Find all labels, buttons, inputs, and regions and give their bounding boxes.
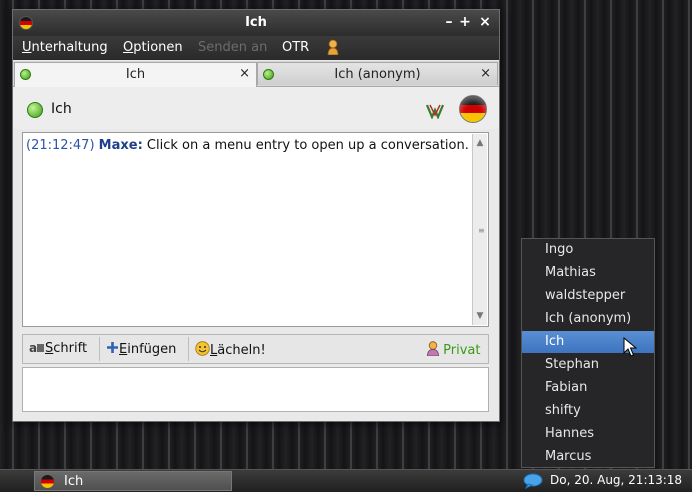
- svg-text:a: a: [29, 341, 37, 353]
- menu-optionen[interactable]: Optionen: [123, 40, 183, 55]
- online-status-icon: [263, 69, 274, 80]
- maximize-button[interactable]: +: [456, 13, 474, 31]
- privat-label: Privat: [443, 343, 481, 358]
- german-flag-icon: [41, 475, 54, 488]
- menu-label-rest: ptionen: [133, 40, 183, 55]
- conversation-header: Ich: [13, 87, 499, 129]
- popup-item[interactable]: shifty: [522, 400, 654, 422]
- vv-logo-icon: [426, 104, 444, 119]
- status-available-icon[interactable]: [27, 102, 43, 118]
- user-icon: [427, 341, 439, 357]
- menu-mnemonic: O: [123, 40, 134, 55]
- buddy-flag-avatar[interactable]: [459, 95, 487, 123]
- popup-item[interactable]: Mathias: [522, 262, 654, 284]
- tab-close-icon[interactable]: ×: [239, 66, 250, 81]
- smile-label-rest: ächeln!: [217, 343, 266, 358]
- smiley-icon: [195, 341, 210, 356]
- taskbar-window-label: Ich: [64, 474, 84, 489]
- tab-ich[interactable]: Ich ×: [14, 62, 257, 87]
- window-title: Ich: [245, 15, 267, 30]
- insert-label-rest: infügen: [127, 342, 177, 357]
- menu-mnemonic: U: [22, 40, 32, 55]
- chat-message: (21:12:47) Maxe: Click on a menu entry t…: [26, 138, 469, 153]
- title-bar[interactable]: Ich – + ×: [13, 10, 499, 36]
- font-label-rest: chrift: [53, 341, 88, 356]
- menu-label-rest: nterhaltung: [31, 40, 108, 55]
- close-button[interactable]: ×: [476, 13, 494, 31]
- online-status-icon: [20, 69, 31, 80]
- tab-label: Ich: [125, 67, 146, 82]
- chat-bubble-tray-icon[interactable]: [523, 473, 543, 489]
- insert-button[interactable]: Einfügen: [106, 341, 176, 357]
- font-button[interactable]: a Schrift: [29, 341, 87, 356]
- popup-item[interactable]: Marcus: [522, 446, 654, 468]
- tab-ich-anonym[interactable]: Ich (anonym) ×: [257, 62, 498, 85]
- toolbar-divider: [99, 337, 100, 361]
- popup-item[interactable]: Hannes: [522, 423, 654, 445]
- format-toolbar: a Schrift Einfügen Lächeln! Privat: [22, 334, 489, 364]
- contact-name: Ich: [51, 101, 72, 117]
- taskbar: Ich Do, 20. Aug, 21:13:18: [0, 469, 692, 492]
- popup-item[interactable]: waldstepper: [522, 285, 654, 307]
- message-timestamp: (21:12:47): [26, 138, 95, 153]
- smile-button[interactable]: Lächeln!: [195, 341, 266, 358]
- toolbar-divider: [188, 337, 189, 361]
- font-icon: a: [29, 341, 44, 355]
- menu-bar: Unterhaltung Optionen Senden an OTR: [13, 36, 499, 60]
- taskbar-window-button[interactable]: Ich: [34, 471, 232, 491]
- message-sender: Maxe:: [98, 138, 143, 153]
- menu-unterhaltung[interactable]: Unterhaltung: [22, 40, 108, 55]
- scroll-up-icon[interactable]: ▲: [473, 136, 487, 150]
- tab-close-icon[interactable]: ×: [480, 66, 491, 81]
- tab-bar: Ich × Ich (anonym) ×: [13, 61, 499, 87]
- popup-item[interactable]: Ich (anonym): [522, 308, 654, 330]
- chat-scrollbar[interactable]: ▲ ≡ ▼: [472, 134, 487, 325]
- mouse-pointer-icon: [623, 337, 637, 357]
- chat-window: Ich – + × Unterhaltung Optionen Senden a…: [12, 9, 500, 422]
- message-text: Click on a menu entry to open up a conve…: [142, 138, 469, 153]
- menu-otr[interactable]: OTR: [282, 40, 309, 55]
- system-clock[interactable]: Do, 20. Aug, 21:13:18: [550, 473, 682, 487]
- tab-label: Ich (anonym): [334, 67, 421, 82]
- chat-history[interactable]: (21:12:47) Maxe: Click on a menu entry t…: [22, 132, 489, 327]
- message-input[interactable]: [22, 367, 489, 412]
- insert-mnemonic: E: [119, 342, 128, 357]
- menu-senden-an: Senden an: [198, 40, 268, 55]
- user-icon[interactable]: [327, 39, 339, 55]
- plus-icon: [107, 342, 118, 353]
- privat-button[interactable]: Privat: [427, 341, 480, 358]
- scroll-grip-icon[interactable]: ≡: [478, 226, 485, 235]
- scroll-down-icon[interactable]: ▼: [473, 309, 487, 323]
- popup-item[interactable]: Fabian: [522, 377, 654, 399]
- popup-item[interactable]: Ingo: [522, 239, 654, 261]
- popup-item[interactable]: Stephan: [522, 354, 654, 376]
